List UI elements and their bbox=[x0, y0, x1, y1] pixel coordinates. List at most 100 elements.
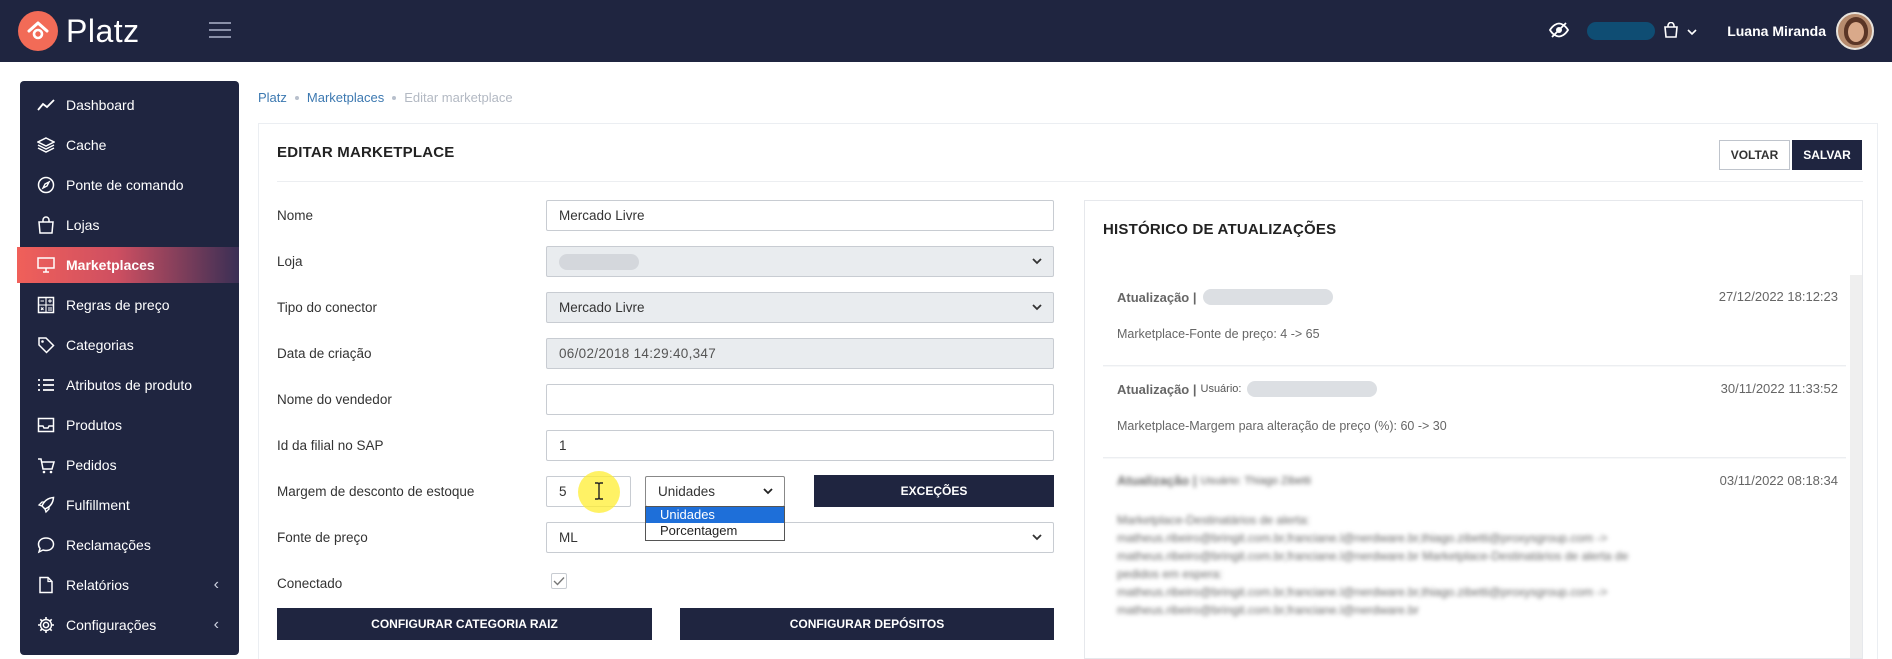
layers-icon bbox=[35, 134, 57, 156]
calculator-icon bbox=[35, 294, 57, 316]
history-list[interactable]: Atualização | 27/12/2022 18:12:23 Market… bbox=[1103, 275, 1846, 658]
chevron-down-icon bbox=[1031, 531, 1043, 546]
breadcrumb-marketplaces-link[interactable]: Marketplaces bbox=[307, 90, 384, 105]
loja-select[interactable] bbox=[546, 246, 1054, 277]
sidebar-item-marketplaces[interactable]: Marketplaces bbox=[17, 247, 239, 283]
loja-label: Loja bbox=[277, 254, 303, 269]
save-button[interactable]: SALVAR bbox=[1792, 140, 1862, 170]
sidebar-item-regras-de-preco[interactable]: Regras de preço bbox=[20, 287, 239, 323]
breadcrumb-current: Editar marketplace bbox=[404, 90, 513, 105]
chat-icon bbox=[35, 534, 57, 556]
dropdown-option-porcentagem[interactable]: Porcentagem bbox=[646, 523, 784, 539]
check-icon bbox=[553, 577, 565, 586]
fonte-preco-select[interactable]: ML bbox=[546, 522, 1054, 553]
app-name: Platz bbox=[66, 12, 140, 49]
rocket-icon bbox=[35, 494, 57, 516]
history-entry-description: Marketplace-Destinatários de alerta: mat… bbox=[1117, 513, 1629, 617]
unidade-select[interactable]: Unidades bbox=[645, 476, 785, 507]
shopping-bag-icon bbox=[35, 214, 57, 236]
configurar-categoria-raiz-button[interactable]: CONFIGURAR CATEGORIA RAIZ bbox=[277, 608, 652, 640]
sidebar-item-ponte-de-comando[interactable]: Ponte de comando bbox=[20, 167, 239, 203]
chevron-down-icon bbox=[1031, 301, 1043, 316]
conectado-checkbox[interactable] bbox=[551, 573, 567, 589]
history-panel: HISTÓRICO DE ATUALIZAÇÕES Atualização | … bbox=[1084, 200, 1863, 659]
dropdown-option-unidades[interactable]: Unidades bbox=[646, 507, 784, 523]
sidebar-item-configuracoes[interactable]: Configurações ‹ bbox=[20, 607, 239, 643]
id-filial-input[interactable]: 1 bbox=[546, 430, 1054, 461]
balance-badge bbox=[1587, 22, 1656, 40]
history-entry-date: 03/11/2022 08:18:34 bbox=[1719, 473, 1838, 488]
chevron-down-icon[interactable] bbox=[1687, 23, 1697, 39]
text-cursor-icon bbox=[593, 482, 605, 503]
sidebar-item-fulfillment[interactable]: Fulfillment bbox=[20, 487, 239, 523]
history-entry-label: Atualização | bbox=[1117, 289, 1197, 305]
history-entry: Atualização | Usuário: Thiago Zibetti 03… bbox=[1103, 459, 1846, 658]
breadcrumb: Platz Marketplaces Editar marketplace bbox=[258, 90, 513, 105]
eye-slash-icon[interactable] bbox=[1549, 21, 1570, 41]
history-entry-user-prefix: Usuário: Thiago Zibetti bbox=[1200, 474, 1311, 487]
nome-vendedor-label: Nome do vendedor bbox=[277, 392, 392, 407]
history-entry-description: Marketplace-Fonte de preço: 4 -> 65 bbox=[1117, 327, 1320, 341]
data-criacao-field: 06/02/2018 14:29:40,347 bbox=[546, 338, 1054, 369]
history-scrollbar[interactable] bbox=[1850, 275, 1862, 658]
tag-icon bbox=[35, 334, 57, 356]
tipo-conector-select[interactable]: Mercado Livre bbox=[546, 292, 1054, 323]
monitor-icon bbox=[35, 254, 57, 276]
nome-input[interactable]: Mercado Livre bbox=[546, 200, 1054, 231]
redacted-user bbox=[1202, 289, 1333, 305]
sidebar-item-cache[interactable]: Cache bbox=[20, 127, 239, 163]
breadcrumb-separator bbox=[294, 95, 299, 100]
margem-desconto-label: Margem de desconto de estoque bbox=[277, 484, 475, 499]
sidebar-item-lojas[interactable]: Lojas bbox=[20, 207, 239, 243]
history-entry: Atualização | 27/12/2022 18:12:23 Market… bbox=[1103, 275, 1846, 366]
avatar[interactable] bbox=[1836, 12, 1874, 50]
configurar-depositos-button[interactable]: CONFIGURAR DEPÓSITOS bbox=[680, 608, 1054, 640]
trend-line-icon bbox=[35, 94, 57, 116]
chevron-down-icon bbox=[1031, 255, 1043, 270]
compass-icon bbox=[35, 174, 57, 196]
file-icon bbox=[35, 574, 57, 596]
page-title: EDITAR MARKETPLACE bbox=[277, 144, 455, 161]
back-button[interactable]: VOLTAR bbox=[1719, 140, 1790, 170]
history-entry-user-prefix: Usuário: bbox=[1200, 383, 1242, 395]
list-icon bbox=[35, 374, 57, 396]
history-entry-date: 27/12/2022 18:12:23 bbox=[1718, 289, 1838, 304]
top-bar: Platz Luana Miranda bbox=[0, 0, 1892, 62]
history-entry-label: Atualização | bbox=[1117, 381, 1197, 397]
logo[interactable]: Platz bbox=[18, 11, 140, 51]
gear-icon bbox=[35, 614, 57, 636]
chevron-down-icon bbox=[762, 485, 774, 500]
sidebar-item-pedidos[interactable]: Pedidos bbox=[20, 447, 239, 483]
unidade-dropdown-list[interactable]: Unidades Porcentagem bbox=[645, 506, 785, 541]
basket-icon bbox=[35, 454, 57, 476]
menu-toggle-icon[interactable] bbox=[209, 22, 231, 40]
chevron-left-icon: ‹ bbox=[213, 616, 219, 633]
sidebar: Dashboard Cache Ponte de comando Lojas M… bbox=[17, 81, 239, 655]
sidebar-item-categorias[interactable]: Categorias bbox=[20, 327, 239, 363]
breadcrumb-root-link[interactable]: Platz bbox=[258, 90, 287, 105]
history-entry-date: 30/11/2022 11:33:52 bbox=[1720, 381, 1838, 396]
platz-logo-icon bbox=[18, 11, 58, 51]
history-entry: Atualização | Usuário: 30/11/2022 11:33:… bbox=[1103, 367, 1846, 458]
redacted-user bbox=[1247, 381, 1378, 397]
sidebar-item-dashboard[interactable]: Dashboard bbox=[20, 87, 239, 123]
redacted-value bbox=[559, 253, 639, 270]
nome-vendedor-input[interactable] bbox=[546, 384, 1054, 415]
inbox-icon bbox=[35, 414, 57, 436]
history-title: HISTÓRICO DE ATUALIZAÇÕES bbox=[1103, 221, 1337, 238]
excecoes-button[interactable]: EXCEÇÕES bbox=[814, 475, 1054, 507]
sidebar-item-produtos[interactable]: Produtos bbox=[20, 407, 239, 443]
data-criacao-label: Data de criação bbox=[277, 346, 372, 361]
store-bag-icon[interactable] bbox=[1663, 21, 1679, 41]
user-name[interactable]: Luana Miranda bbox=[1727, 23, 1826, 39]
sidebar-item-relatorios[interactable]: Relatórios ‹ bbox=[20, 567, 239, 603]
sidebar-item-atributos-de-produto[interactable]: Atributos de produto bbox=[20, 367, 239, 403]
fonte-preco-label: Fonte de preço bbox=[277, 530, 368, 545]
history-entry-label: Atualização | bbox=[1117, 473, 1197, 488]
divider bbox=[277, 181, 1863, 182]
id-filial-label: Id da filial no SAP bbox=[277, 438, 384, 453]
history-entry-description: Marketplace-Margem para alteração de pre… bbox=[1117, 419, 1447, 433]
nome-label: Nome bbox=[277, 208, 314, 223]
sidebar-item-reclamacoes[interactable]: Reclamações bbox=[20, 527, 239, 563]
conectado-label: Conectado bbox=[277, 576, 343, 591]
